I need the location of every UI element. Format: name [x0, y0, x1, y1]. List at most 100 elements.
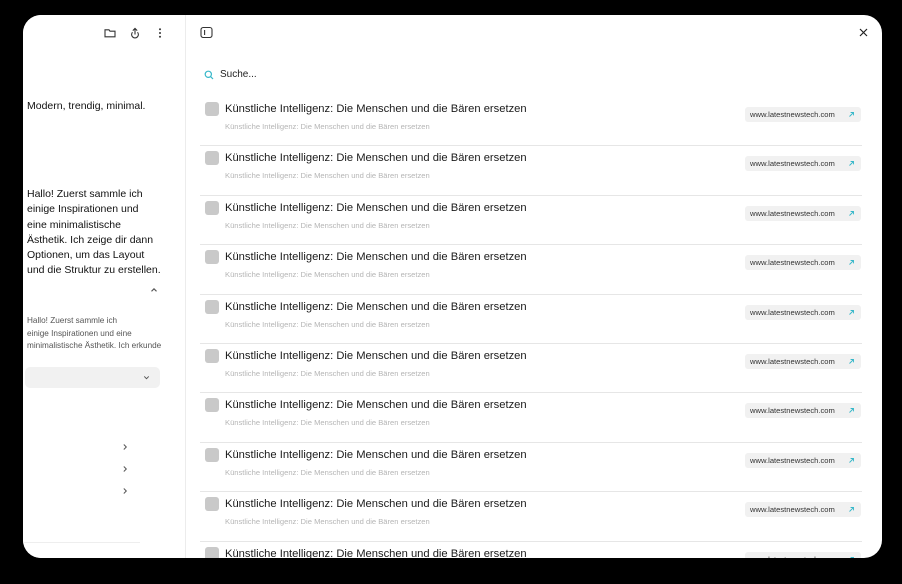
- favicon-icon: [205, 546, 219, 558]
- thinking-preview: Hallo! Zuerst sammle ich einige Inspirat…: [27, 315, 163, 353]
- chevron-right-icon: [123, 444, 128, 450]
- result-subtitle: Künstliche Intelligenz: Die Menschen und…: [225, 517, 430, 527]
- result-row[interactable]: Künstliche Intelligenz: Die Menschen und…: [200, 196, 862, 246]
- source-url: www.latestnewstech.com: [750, 159, 835, 169]
- source-url: www.latestnewstech.com: [750, 307, 835, 317]
- source-link[interactable]: www.latestnewstech.com: [745, 205, 861, 221]
- sources-panel: Künstliche Intelligenz: Die Menschen und…: [186, 15, 882, 558]
- result-subtitle: Künstliche Intelligenz: Die Menschen und…: [225, 467, 430, 477]
- external-link-icon: [849, 161, 854, 167]
- result-row[interactable]: Künstliche Intelligenz: Die Menschen und…: [200, 393, 862, 443]
- result-subtitle: Künstliche Intelligenz: Die Menschen und…: [225, 418, 430, 428]
- more-vertical-icon: [159, 28, 161, 38]
- source-url: www.latestnewstech.com: [750, 258, 835, 268]
- external-link-icon: [849, 507, 854, 512]
- more-button[interactable]: [153, 26, 167, 40]
- sidebar-toggle-icon: [200, 26, 213, 39]
- external-link-icon: [849, 457, 854, 463]
- source-link[interactable]: www.latestnewstech.com: [745, 452, 861, 468]
- favicon-icon: [205, 447, 219, 462]
- favicon-icon: [205, 250, 219, 265]
- external-link-icon: [849, 210, 854, 216]
- result-title[interactable]: Künstliche Intelligenz: Die Menschen und…: [225, 498, 527, 510]
- result-subtitle: Künstliche Intelligenz: Die Menschen und…: [225, 319, 430, 329]
- source-link[interactable]: www.latestnewstech.com: [745, 353, 861, 369]
- thinking-line: Hallo! Zuerst sammle ich: [27, 316, 118, 325]
- result-row[interactable]: Künstliche Intelligenz: Die Menschen und…: [200, 542, 862, 558]
- result-title[interactable]: Künstliche Intelligenz: Die Menschen und…: [225, 251, 527, 263]
- source-link[interactable]: www.latestnewstech.com: [745, 403, 861, 419]
- result-row[interactable]: Künstliche Intelligenz: Die Menschen und…: [200, 344, 862, 394]
- result-row[interactable]: Künstliche Intelligenz: Die Menschen und…: [200, 245, 862, 295]
- search-input[interactable]: [220, 69, 420, 80]
- source-link[interactable]: www.latestnewstech.com: [745, 551, 861, 558]
- folder-icon: [104, 29, 116, 38]
- result-title[interactable]: Künstliche Intelligenz: Die Menschen und…: [225, 449, 527, 461]
- expand-dropdown[interactable]: [25, 367, 160, 388]
- result-title[interactable]: Künstliche Intelligenz: Die Menschen und…: [225, 399, 527, 411]
- source-url: www.latestnewstech.com: [750, 505, 835, 515]
- favicon-icon: [205, 151, 219, 166]
- result-title[interactable]: Künstliche Intelligenz: Die Menschen und…: [225, 301, 527, 313]
- result-title[interactable]: Künstliche Intelligenz: Die Menschen und…: [225, 202, 527, 214]
- source-url: www.latestnewstech.com: [750, 455, 835, 465]
- assistant-message: Hallo! Zuerst sammle ich einige Inspirat…: [27, 188, 161, 277]
- chevron-right-icon: [123, 466, 128, 472]
- favicon-icon: [205, 102, 219, 116]
- source-link[interactable]: www.latestnewstech.com: [745, 156, 861, 172]
- result-title[interactable]: Künstliche Intelligenz: Die Menschen und…: [225, 548, 527, 558]
- result-subtitle: Künstliche Intelligenz: Die Menschen und…: [225, 270, 430, 280]
- result-title[interactable]: Künstliche Intelligenz: Die Menschen und…: [225, 152, 527, 164]
- sidebar-toggle-button[interactable]: [200, 26, 213, 39]
- expand-item-3[interactable]: [120, 486, 130, 496]
- favicon-icon: [205, 299, 219, 314]
- chevron-down-icon: [143, 376, 150, 380]
- share-button[interactable]: [128, 26, 142, 40]
- result-title[interactable]: Künstliche Intelligenz: Die Menschen und…: [225, 103, 527, 115]
- external-link-icon: [849, 359, 854, 364]
- source-url: www.latestnewstech.com: [750, 356, 835, 366]
- result-row[interactable]: Künstliche Intelligenz: Die Menschen und…: [200, 443, 862, 493]
- result-row[interactable]: Künstliche Intelligenz: Die Menschen und…: [200, 146, 862, 196]
- chevron-up-icon: [151, 288, 157, 292]
- favicon-icon: [205, 348, 219, 363]
- external-link-icon: [849, 309, 854, 315]
- result-row[interactable]: Künstliche Intelligenz: Die Menschen und…: [200, 295, 862, 344]
- collapse-toggle[interactable]: [27, 283, 159, 297]
- result-subtitle: Künstliche Intelligenz: Die Menschen und…: [225, 368, 430, 378]
- close-icon: [859, 28, 868, 37]
- thinking-line: minimalistische Ästhetik. Ich erkunde: [27, 341, 162, 350]
- divider: [23, 542, 140, 543]
- favicon-icon: [205, 200, 219, 215]
- share-icon: [131, 27, 139, 39]
- source-link[interactable]: www.latestnewstech.com: [745, 502, 861, 518]
- source-url: www.latestnewstech.com: [750, 110, 835, 119]
- source-url: www.latestnewstech.com: [750, 406, 835, 416]
- external-link-icon: [849, 408, 854, 414]
- source-link[interactable]: www.latestnewstech.com: [745, 255, 861, 271]
- source-link[interactable]: www.latestnewstech.com: [745, 107, 861, 122]
- result-row[interactable]: Künstliche Intelligenz: Die Menschen und…: [200, 492, 862, 542]
- expand-item-1[interactable]: [120, 442, 130, 452]
- chevron-right-icon: [123, 488, 128, 494]
- external-link-icon: [850, 556, 854, 558]
- expand-item-2[interactable]: [120, 464, 130, 474]
- source-link[interactable]: www.latestnewstech.com: [745, 304, 861, 320]
- favicon-icon: [205, 497, 219, 512]
- result-subtitle: Künstliche Intelligenz: Die Menschen und…: [225, 122, 430, 131]
- thinking-line: einige Inspirationen und eine: [27, 328, 132, 338]
- external-link-icon: [849, 112, 854, 117]
- external-link-icon: [849, 260, 854, 265]
- user-message: Modern, trendig, minimal.: [27, 100, 146, 112]
- folder-button[interactable]: [103, 26, 117, 40]
- result-row[interactable]: Künstliche Intelligenz: Die Menschen und…: [200, 97, 862, 147]
- chat-panel: Modern, trendig, minimal. Hallo! Zuerst …: [23, 15, 186, 558]
- close-button[interactable]: [857, 26, 870, 39]
- search-bar: [204, 69, 420, 80]
- favicon-icon: [205, 398, 219, 413]
- chat-toolbar: [103, 26, 167, 40]
- result-title[interactable]: Künstliche Intelligenz: Die Menschen und…: [225, 350, 527, 362]
- source-url: www.latestnewstech.com: [750, 555, 835, 558]
- result-subtitle: Künstliche Intelligenz: Die Menschen und…: [225, 171, 430, 181]
- results-list: Künstliche Intelligenz: Die Menschen und…: [200, 97, 862, 558]
